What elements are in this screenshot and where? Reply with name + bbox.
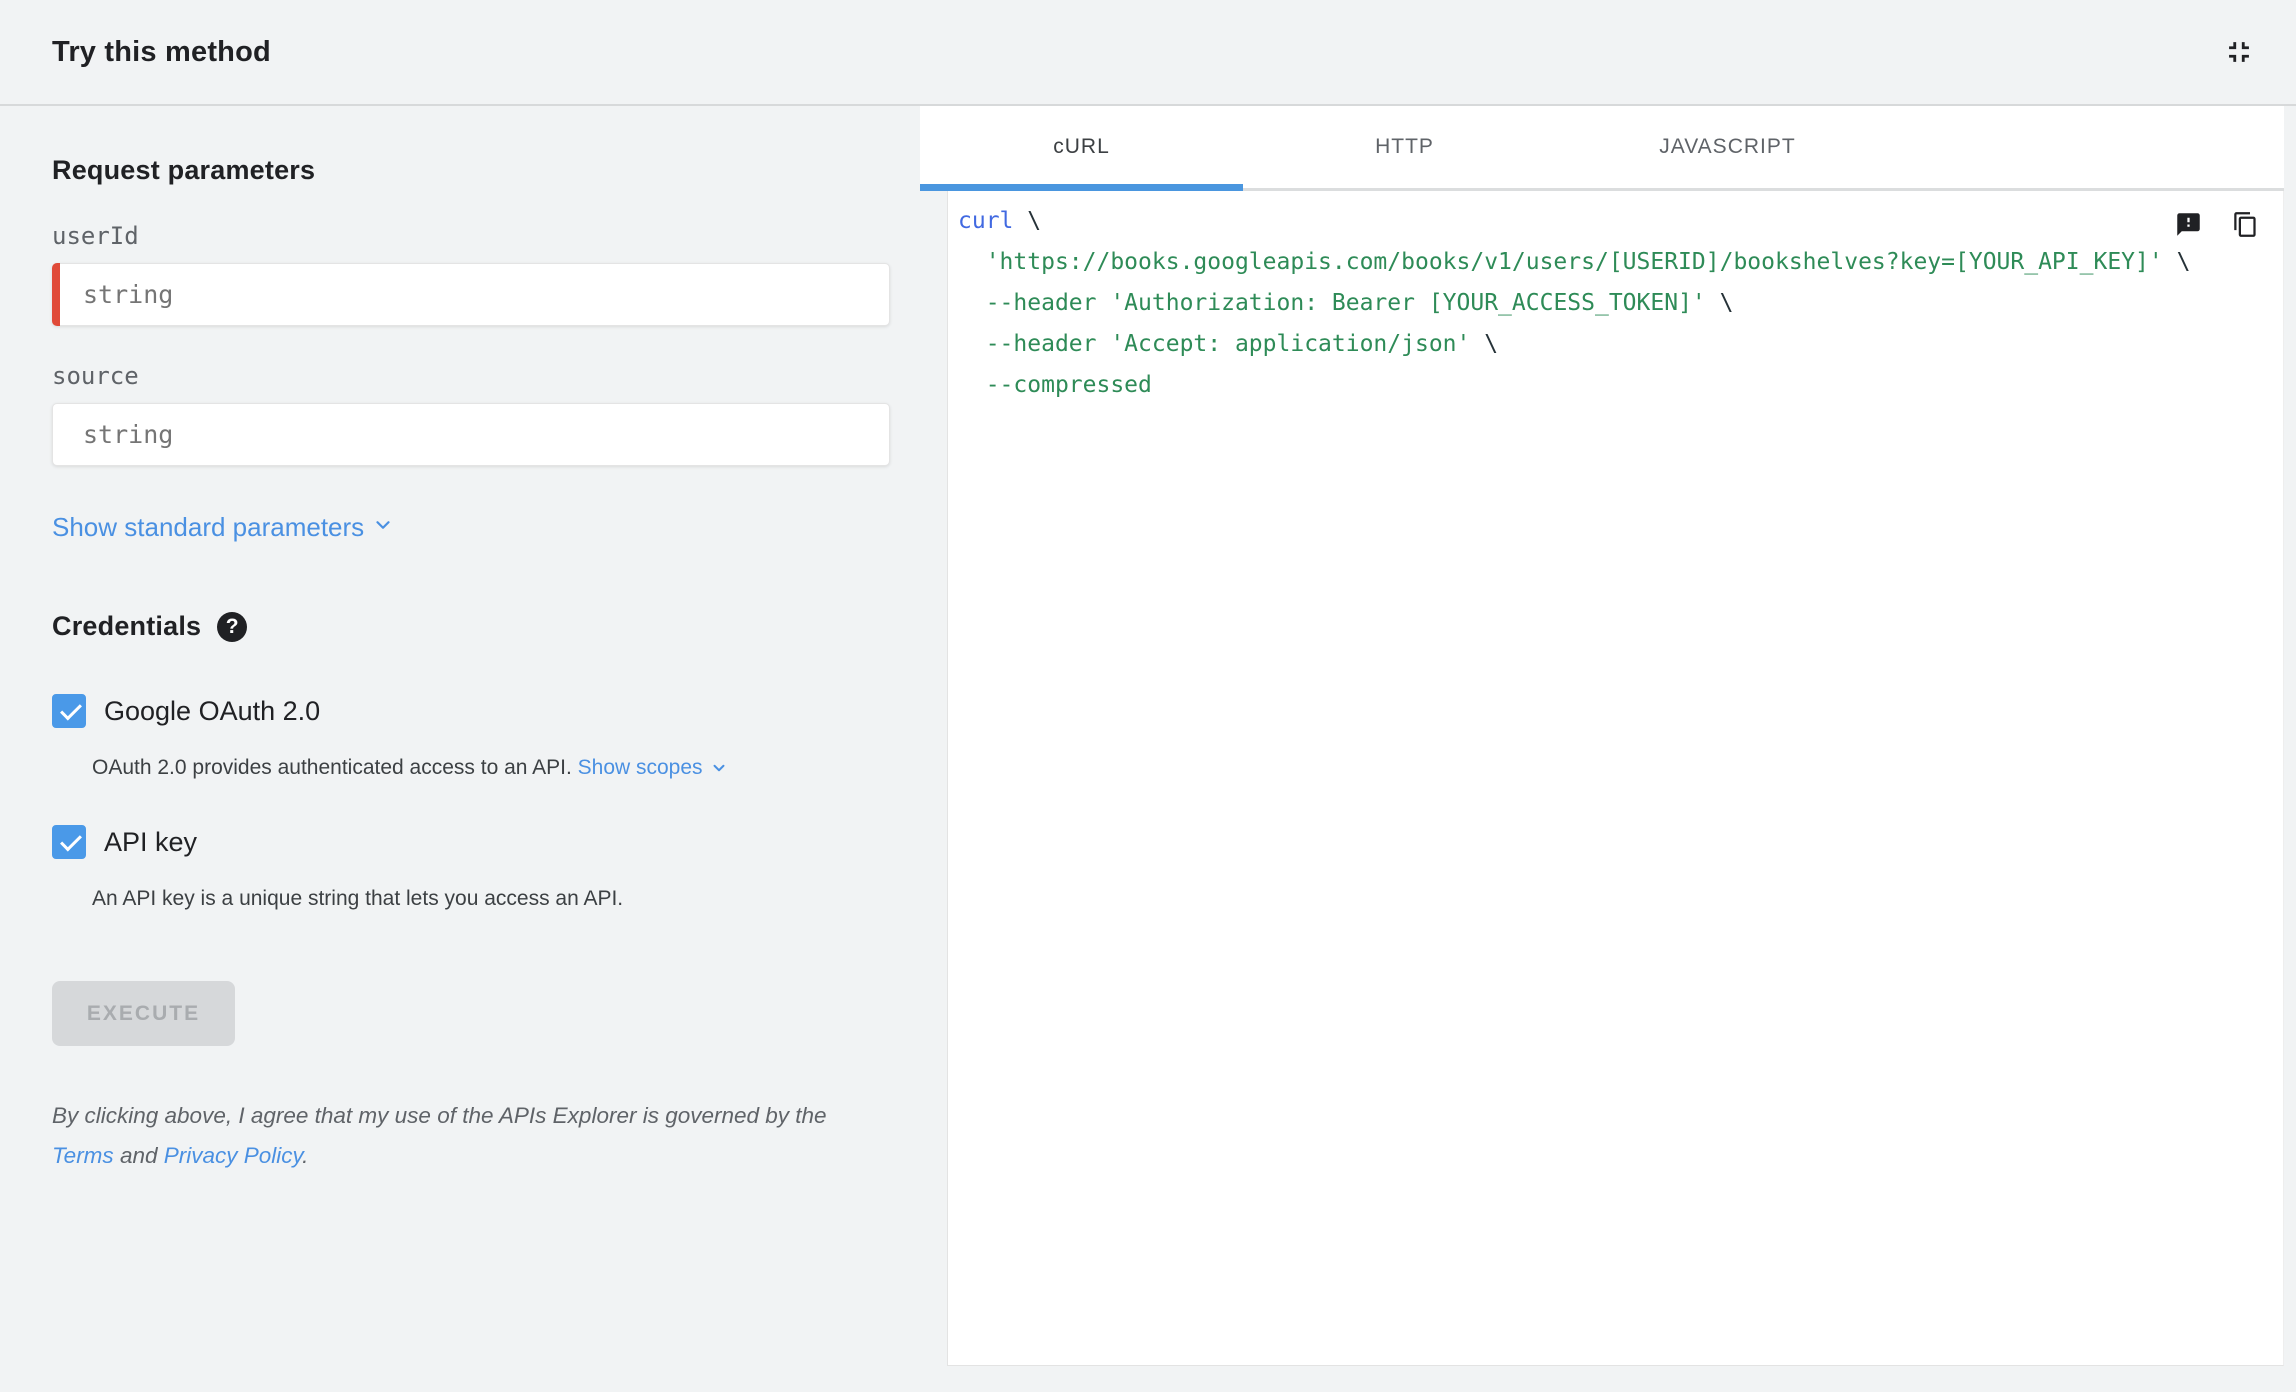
privacy-policy-link[interactable]: Privacy Policy [164, 1143, 302, 1168]
show-standard-parameters-link[interactable]: Show standard parameters [52, 512, 394, 543]
api-key-description: An API key is a unique string that lets … [92, 887, 624, 910]
chevron-down-icon [710, 759, 728, 783]
collapse-fullscreen-button[interactable] [2218, 31, 2260, 73]
oauth-checkbox[interactable] [52, 694, 86, 728]
userid-field-wrap [52, 263, 890, 326]
oauth-credential-row[interactable]: Google OAuth 2.0 [52, 694, 880, 728]
source-input[interactable] [52, 403, 890, 466]
source-field-label: source [52, 362, 139, 390]
code-card: curl \ 'https://books.googleapis.com/boo… [947, 191, 2284, 1366]
copy-code-button[interactable] [2228, 207, 2263, 242]
code-language-tabs: cURL HTTP JAVASCRIPT [920, 106, 2284, 191]
copy-icon [2232, 211, 2259, 238]
feedback-icon [2175, 211, 2202, 238]
help-icon[interactable]: ? [217, 611, 248, 642]
panel-header: Try this method [0, 0, 2296, 106]
execute-button[interactable]: EXECUTE [52, 981, 235, 1046]
disclaimer-text: By clicking above, I agree that my use o… [52, 1103, 827, 1168]
source-field-wrap [52, 403, 890, 466]
oauth-description: OAuth 2.0 provides authenticated access … [52, 756, 880, 783]
userid-field-label: userId [52, 222, 139, 250]
try-this-method-panel: Try this method Request parameters userI… [0, 0, 2296, 1392]
show-scopes-link[interactable]: Show scopes [578, 756, 703, 779]
code-sample-panel: cURL HTTP JAVASCRIPT curl \ 'https://boo… [920, 106, 2296, 1392]
request-parameters-heading: Request parameters [52, 155, 316, 185]
chevron-down-icon [372, 512, 394, 543]
tab-javascript[interactable]: JAVASCRIPT [1566, 106, 1889, 188]
api-key-checkbox[interactable] [52, 825, 86, 859]
api-key-credential-row[interactable]: API key [52, 825, 880, 859]
tab-curl[interactable]: cURL [920, 106, 1243, 191]
terms-link[interactable]: Terms [52, 1143, 114, 1168]
code-area: curl \ 'https://books.googleapis.com/boo… [920, 191, 2284, 1392]
tab-http[interactable]: HTTP [1243, 106, 1566, 188]
credentials-heading: Credentials ? [52, 611, 880, 642]
panel-title: Try this method [52, 35, 271, 68]
fullscreen-exit-icon [2222, 35, 2256, 69]
api-key-checkbox-label: API key [104, 826, 198, 857]
feedback-button[interactable] [2171, 207, 2206, 242]
oauth-checkbox-label: Google OAuth 2.0 [104, 695, 321, 726]
code-block[interactable]: curl \ 'https://books.googleapis.com/boo… [958, 201, 2259, 406]
request-form-panel: Request parameters userId source Show st… [0, 106, 920, 1392]
userid-input[interactable] [52, 263, 890, 326]
